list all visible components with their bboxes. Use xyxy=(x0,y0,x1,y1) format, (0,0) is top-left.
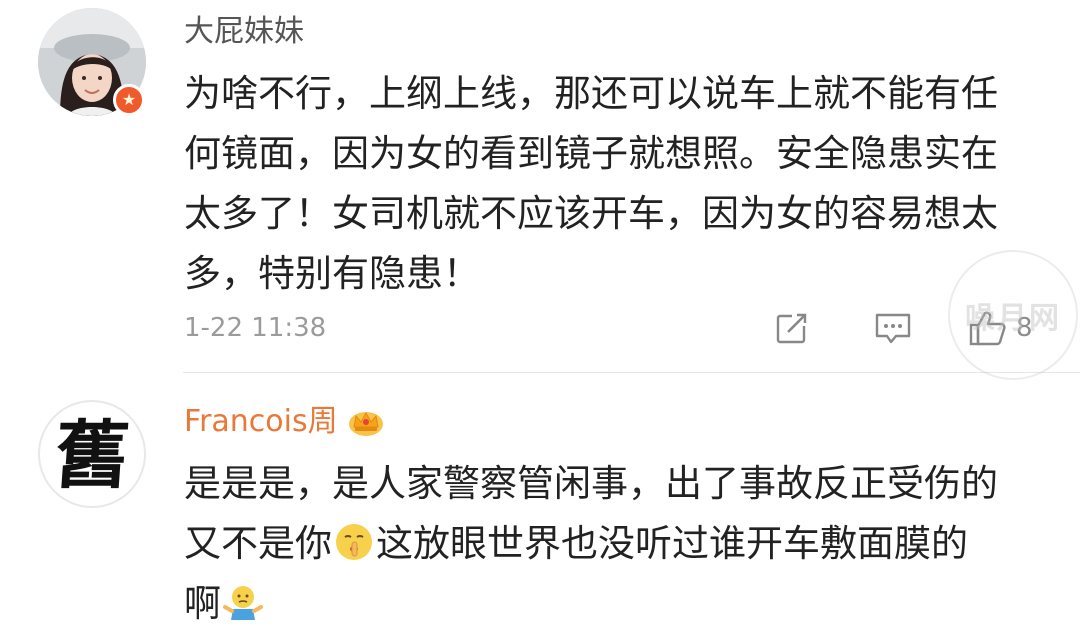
comment-text-line: 太多了！女司机就不应该开车，因为女的容易想太 xyxy=(184,192,998,235)
comment-text: 为啥不行，上纲上线，那还可以说车上就不能有任 何镜面，因为女的看到镜子就想照。安… xyxy=(184,64,1054,304)
shrugging-emoji xyxy=(223,586,263,620)
share-button[interactable] xyxy=(774,306,810,350)
comment-text-line: 是是是，是人家警察管闲事，出了事故反正受伤的 xyxy=(184,462,998,505)
vip-star-badge-icon: ★ xyxy=(113,84,145,116)
username-row: Francois周 xyxy=(184,404,384,440)
watermark-text: 噪月网 xyxy=(965,301,1061,336)
comment-text-line: 多，特别有隐患！ xyxy=(184,252,480,295)
shushing-face-emoji xyxy=(336,524,372,560)
share-icon xyxy=(776,312,808,344)
comment-icon xyxy=(875,313,911,344)
username[interactable]: Francois周 xyxy=(184,404,338,440)
reply-button[interactable] xyxy=(874,306,912,350)
comment-text-line: 又不是你 这放眼世界也没听过谁开车敷面膜的 xyxy=(184,514,1054,574)
comment-item: ★ 大屁妹妹 为啥不行，上纲上线，那还可以说车上就不能有任 何镜面，因为女的看到… xyxy=(0,0,1080,372)
username[interactable]: 大屁妹妹 xyxy=(184,14,304,50)
comment-text-segment: 啊 xyxy=(184,582,221,625)
comment-text-line: 何镜面，因为女的看到镜子就想照。安全隐患实在 xyxy=(184,132,998,175)
comment-text-line: 啊 xyxy=(184,574,1054,634)
timestamp: 1-22 11:38 xyxy=(184,313,327,343)
comment-text-segment: 这放眼世界也没听过谁开车敷面膜的 xyxy=(376,522,968,565)
comment-text-segment: 又不是你 xyxy=(184,522,332,565)
comment-footer: 1-22 11:38 8 xyxy=(184,306,1080,350)
avatar-glyph: 舊 xyxy=(51,413,133,499)
crown-badge-icon xyxy=(348,411,383,436)
comment-text-line: 为啥不行，上纲上线，那还可以说车上就不能有任 xyxy=(184,72,998,115)
watermark-logo: 噪月网 xyxy=(948,250,1078,380)
comment-text: 是是是，是人家警察管闲事，出了事故反正受伤的 又不是你 这放眼世界也没听过谁开车… xyxy=(184,454,1054,634)
avatar[interactable]: 舊 xyxy=(38,400,146,508)
